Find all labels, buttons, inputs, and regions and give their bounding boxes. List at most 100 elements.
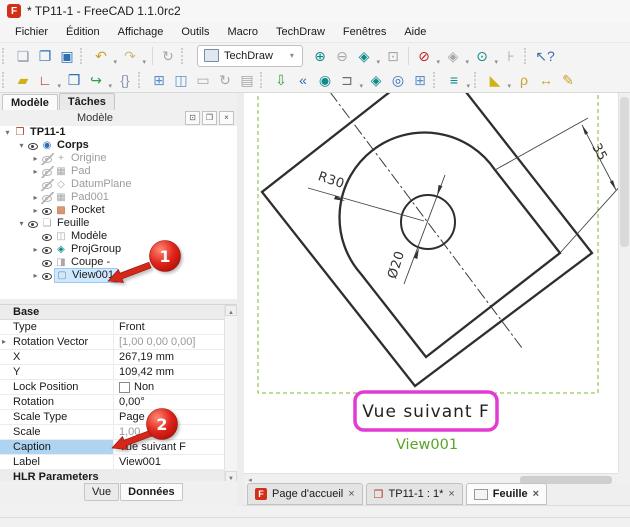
property-value[interactable]: Page [114,410,237,424]
techdraw-page-view[interactable]: R30 Ø20 35 Vue suivant F View001 [244,93,618,473]
tree-item-feuille[interactable]: ▾ ❏ Feuille [0,217,237,230]
eye-visible-icon[interactable] [41,244,54,256]
eye-visible-icon[interactable] [27,218,40,230]
new-page-folder-icon[interactable]: ❒ [63,69,85,91]
expander-icon[interactable]: ▸ [30,152,41,165]
eye-hidden-icon[interactable] [41,166,54,178]
property-label-selected[interactable]: Caption [0,440,114,454]
expander-icon[interactable]: ▸ [30,269,41,282]
expander-icon[interactable]: ▸ [30,243,41,256]
property-group-base[interactable]: Base [0,305,237,320]
scroll-up-icon[interactable] [225,305,237,316]
toolbar-grip[interactable] [524,48,530,64]
toolbar-grip[interactable] [474,72,480,88]
toolbar-grip[interactable] [433,72,439,88]
draw-style-icon[interactable]: ⊘ [413,45,435,67]
toolbar-grip[interactable] [2,48,8,64]
annotation-line-icon[interactable]: ✎ [557,69,579,91]
property-scrollbar[interactable] [224,305,237,482]
insert-page-icon[interactable]: ⊞ [148,69,170,91]
undo-icon[interactable]: ↶ [90,45,112,67]
tree-item-datumplane[interactable]: ◇ DatumPlane [0,178,237,191]
whats-this-icon[interactable]: ↖? [534,45,556,67]
section-view-icon[interactable]: ⊐ [336,69,358,91]
toolbar-grip[interactable] [181,48,187,64]
view-cube-icon[interactable]: ◈ [442,45,464,67]
fit-selection-icon[interactable]: ⊡ [382,45,404,67]
zoom-tools-icon[interactable]: ⊙ [471,45,493,67]
dimension-icon[interactable]: ↔ [535,69,557,91]
tree-item-coupe[interactable]: ◨ Coupe - [0,256,237,269]
menu-techdraw[interactable]: TechDraw [267,24,334,40]
scrollbar-thumb[interactable] [620,97,629,247]
eye-visible-icon[interactable] [41,270,54,282]
expander-icon[interactable]: ▸ [2,335,6,349]
redo-icon[interactable]: ↷ [119,45,141,67]
dock-icon[interactable]: ⊡ [185,111,200,125]
zoom-fit-icon[interactable]: ⊕ [309,45,331,67]
close-icon[interactable]: × [219,111,234,125]
hatch-icon[interactable]: ≡ [443,69,465,91]
vertical-scrollbar[interactable] [618,93,630,473]
pages-icon[interactable]: ▰ [12,69,34,91]
menu-aide[interactable]: Aide [395,24,435,40]
tab-donnees[interactable]: Données [120,483,182,501]
measure-icon[interactable]: ⊦ [500,45,522,67]
menu-outils[interactable]: Outils [172,24,218,40]
eye-hidden-icon[interactable] [41,192,54,204]
property-value[interactable]: Vue suivant F [114,440,237,454]
toolbar-grip[interactable] [260,72,266,88]
export-page-icon[interactable]: ↪ [85,69,107,91]
toolbar-grip[interactable] [138,72,144,88]
toolbar-grip[interactable] [80,48,86,64]
tab-page-accueil[interactable]: F Page d'accueil × [247,483,363,505]
expander-icon[interactable]: ▾ [16,217,27,230]
expander-icon[interactable]: ▸ [30,204,41,217]
eye-visible-icon[interactable] [41,257,54,269]
tab-tp11-1[interactable]: ❒ TP11-1 : 1* × [366,483,463,505]
toolbar-grip[interactable] [2,72,8,88]
save-icon[interactable]: ▣ [56,45,78,67]
property-value[interactable]: 0,00° [114,395,237,409]
insert-view-icon[interactable]: ⇩ [270,69,292,91]
new-document-icon[interactable]: ❏ [12,45,34,67]
menu-macro[interactable]: Macro [218,24,267,40]
placement-axis-icon[interactable]: ∟ [34,69,56,91]
clip-group-icon[interactable]: ◎ [387,69,409,91]
eye-hidden-icon[interactable] [41,153,54,165]
eye-visible-icon[interactable] [27,140,40,152]
menu-edition[interactable]: Édition [57,24,109,40]
expander-icon[interactable]: ▾ [2,126,13,139]
tab-modele[interactable]: Modèle [2,94,58,111]
tree-item-modele[interactable]: ◫ Modèle [0,230,237,243]
open-document-icon[interactable]: ❐ [34,45,56,67]
projection-group-icon[interactable]: « [292,69,314,91]
property-value[interactable]: View001 [114,455,237,469]
eye-visible-icon[interactable] [41,205,54,217]
zoom-selection-icon[interactable]: ⊖ [331,45,353,67]
tab-taches[interactable]: Tâches [59,93,115,110]
property-value[interactable]: Non [114,380,237,394]
view-caption[interactable]: Vue suivant F [362,402,490,422]
property-value[interactable]: Front [114,320,237,334]
detail-view-icon[interactable]: ◈ [365,69,387,91]
camera-view-icon[interactable]: ◉ [314,69,336,91]
menu-affichage[interactable]: Affichage [109,24,173,40]
balloon-tool-icon[interactable]: ρ [513,69,535,91]
property-value[interactable]: [1,00 0,00 0,00] [114,335,237,349]
tab-feuille[interactable]: Feuille × [466,483,547,505]
expression-icon[interactable]: {} [114,69,136,91]
checkbox-unchecked[interactable] [119,382,130,393]
tree-item-projgroup[interactable]: ▸ ◈ ProjGroup [0,243,237,256]
eye-hidden-icon[interactable] [41,179,54,191]
eye-visible-icon[interactable] [41,231,54,243]
expander-icon[interactable]: ▾ [16,139,27,152]
view-name-label[interactable]: View001 [396,437,458,453]
close-icon[interactable]: × [348,488,354,500]
tab-vue[interactable]: Vue [84,483,119,501]
tree-item-corps[interactable]: ▾ ◉ Corps [0,139,237,152]
property-value[interactable]: 1,00 [114,425,237,439]
save-page-icon[interactable]: ◫ [170,69,192,91]
tree-item-tp11-1[interactable]: ▾ ❒ TP11-1 [0,126,237,139]
page-template-icon[interactable]: ▭ [192,69,214,91]
